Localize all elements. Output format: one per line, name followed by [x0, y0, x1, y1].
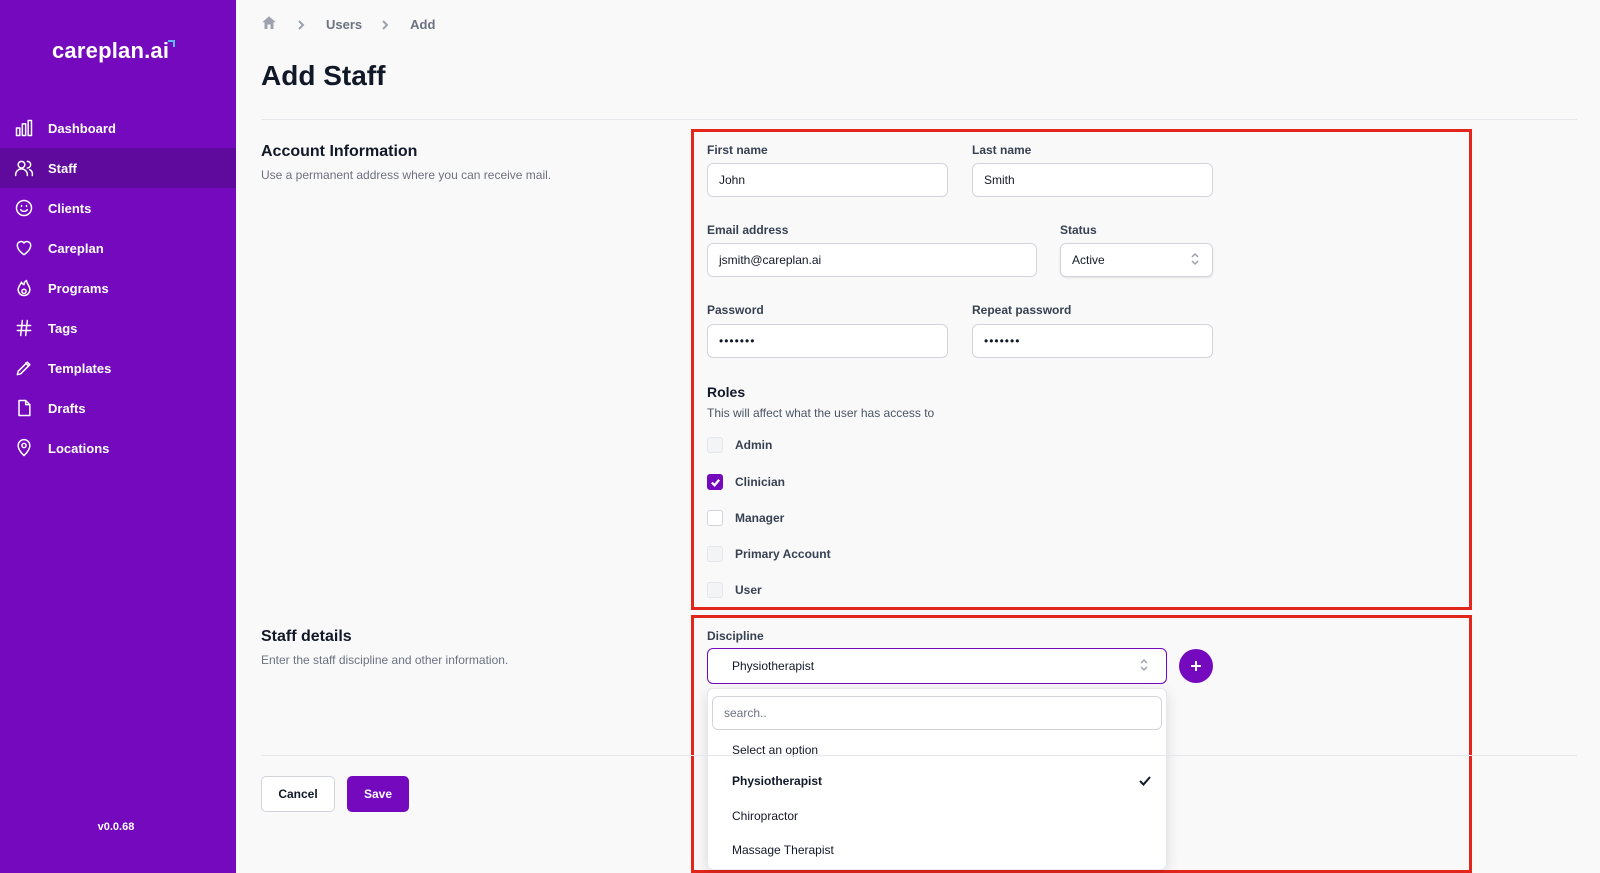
- role-label: Manager: [735, 511, 785, 525]
- last-name-input[interactable]: Smith: [972, 163, 1213, 197]
- divider: [261, 119, 1577, 120]
- sidebar-item-clients[interactable]: Clients: [0, 188, 236, 228]
- plus-icon: [1191, 661, 1201, 671]
- sidebar-item-label: Staff: [48, 160, 77, 176]
- sidebar: careplan.ai Dashboard Staff Clients Care…: [0, 0, 236, 873]
- sidebar-item-label: Dashboard: [48, 120, 116, 136]
- status-value: Active: [1072, 253, 1105, 267]
- dropdown-option[interactable]: Massage Therapist: [732, 843, 1152, 857]
- checkbox[interactable]: [707, 546, 723, 562]
- role-user[interactable]: User: [707, 582, 762, 598]
- app-version: v0.0.68: [97, 821, 135, 833]
- main-content: Users Add Add Staff Account Information …: [236, 0, 1600, 873]
- password-label: Password: [707, 303, 764, 317]
- document-icon: [14, 398, 34, 418]
- role-admin[interactable]: Admin: [707, 437, 772, 453]
- sidebar-item-staff[interactable]: Staff: [0, 148, 236, 188]
- discipline-label: Discipline: [707, 629, 764, 643]
- dropdown-option-selected[interactable]: Physiotherapist: [732, 774, 1152, 788]
- sidebar-item-locations[interactable]: Locations: [0, 428, 236, 468]
- last-name-label: Last name: [972, 143, 1032, 157]
- discipline-value: Physiotherapist: [732, 659, 815, 673]
- sidebar-item-tags[interactable]: Tags: [0, 308, 236, 348]
- chevron-up-down-icon: [1138, 657, 1150, 676]
- repeat-password-label: Repeat password: [972, 303, 1072, 317]
- sidebar-item-dashboard[interactable]: Dashboard: [0, 108, 236, 148]
- account-section-title: Account Information: [261, 143, 418, 160]
- sidebar-item-label: Templates: [48, 360, 112, 376]
- option-label: Massage Therapist: [732, 843, 834, 857]
- home-icon[interactable]: [260, 14, 278, 35]
- discipline-dropdown: search.. Select an option Physiotherapis…: [707, 688, 1167, 870]
- breadcrumb-users[interactable]: Users: [326, 17, 362, 32]
- staff-details-subtitle: Enter the staff discipline and other inf…: [261, 653, 509, 667]
- logo[interactable]: careplan.ai: [52, 38, 176, 64]
- sidebar-item-drafts[interactable]: Drafts: [0, 388, 236, 428]
- heart-icon: [14, 238, 34, 258]
- breadcrumb-add[interactable]: Add: [410, 17, 435, 32]
- checkbox[interactable]: [707, 437, 723, 453]
- sidebar-item-label: Careplan: [48, 240, 104, 256]
- sidebar-item-careplan[interactable]: Careplan: [0, 228, 236, 268]
- save-button[interactable]: Save: [347, 776, 409, 812]
- pencil-icon: [14, 358, 34, 378]
- logo-mark-icon: [168, 40, 176, 47]
- cancel-button[interactable]: Cancel: [261, 776, 335, 812]
- first-name-label: First name: [707, 143, 768, 157]
- hashtag-icon: [14, 318, 34, 338]
- page-title: Add Staff: [261, 60, 386, 91]
- first-name-input[interactable]: John: [707, 163, 948, 197]
- chart-bar-icon: [14, 118, 34, 138]
- checkbox[interactable]: [707, 510, 723, 526]
- checkbox[interactable]: [707, 582, 723, 598]
- email-input[interactable]: jsmith@careplan.ai: [707, 243, 1037, 277]
- sidebar-nav: Dashboard Staff Clients Careplan Program…: [0, 108, 236, 468]
- sidebar-item-label: Clients: [48, 200, 92, 216]
- option-label: Chiropractor: [732, 809, 799, 823]
- fire-icon: [14, 278, 34, 298]
- password-input[interactable]: •••••••: [707, 324, 948, 358]
- sidebar-item-label: Programs: [48, 280, 109, 296]
- checkbox-checked[interactable]: [707, 474, 723, 490]
- dropdown-option[interactable]: Chiropractor: [732, 809, 1152, 823]
- role-label: Primary Account: [735, 547, 831, 561]
- location-pin-icon: [14, 438, 34, 458]
- role-label: User: [735, 583, 762, 597]
- users-icon: [14, 158, 34, 178]
- account-highlight-box: [691, 129, 1472, 610]
- sidebar-item-label: Locations: [48, 440, 110, 456]
- sidebar-item-programs[interactable]: Programs: [0, 268, 236, 308]
- chevron-right-icon: [380, 19, 392, 31]
- sidebar-item-label: Tags: [48, 320, 78, 336]
- add-discipline-button[interactable]: [1179, 649, 1213, 683]
- role-label: Admin: [735, 438, 773, 452]
- role-primary-account[interactable]: Primary Account: [707, 546, 831, 562]
- account-section-subtitle: Use a permanent address where you can re…: [261, 168, 552, 182]
- status-select[interactable]: Active: [1060, 243, 1213, 277]
- breadcrumb: Users Add: [260, 14, 435, 35]
- status-label: Status: [1060, 223, 1097, 237]
- discipline-select[interactable]: Physiotherapist: [707, 648, 1167, 684]
- staff-details-title: Staff details: [261, 628, 352, 645]
- option-label: Physiotherapist: [732, 774, 823, 788]
- dropdown-search-input[interactable]: search..: [712, 696, 1162, 730]
- chevron-right-icon: [296, 19, 308, 31]
- roles-subtitle: This will affect what the user has acces…: [707, 406, 935, 420]
- role-manager[interactable]: Manager: [707, 510, 784, 526]
- check-icon: [1139, 776, 1151, 786]
- role-label: Clinician: [735, 475, 786, 489]
- repeat-password-input[interactable]: •••••••: [972, 324, 1213, 358]
- roles-title: Roles: [707, 384, 746, 400]
- check-icon: [710, 478, 720, 487]
- sidebar-item-label: Drafts: [48, 400, 86, 416]
- smiley-icon: [14, 198, 34, 218]
- sidebar-item-templates[interactable]: Templates: [0, 348, 236, 388]
- email-label: Email address: [707, 223, 789, 237]
- role-clinician[interactable]: Clinician: [707, 474, 785, 490]
- divider: [261, 755, 1577, 756]
- chevron-up-down-icon: [1189, 251, 1201, 270]
